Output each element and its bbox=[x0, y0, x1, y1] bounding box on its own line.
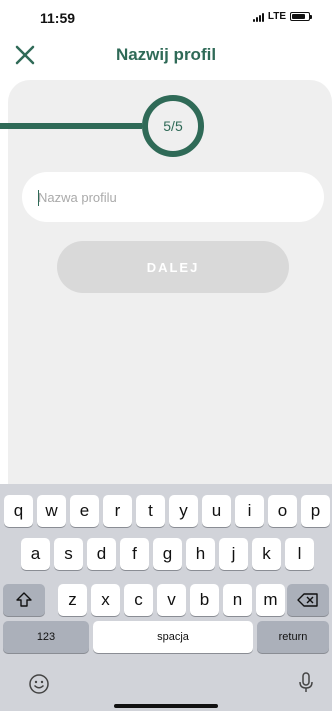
shift-key[interactable] bbox=[3, 584, 45, 616]
text-cursor bbox=[38, 190, 39, 206]
network-label: LTE bbox=[267, 11, 286, 22]
form-card: 5/5 DALEJ bbox=[0, 80, 332, 500]
key-x[interactable]: x bbox=[91, 584, 120, 616]
key-k[interactable]: k bbox=[252, 538, 281, 570]
microphone-icon[interactable] bbox=[297, 671, 315, 695]
keyboard: qwertyuiop asdfghjkl zxcvbnm 123 spacja re… bbox=[0, 484, 332, 711]
backspace-icon bbox=[297, 593, 318, 607]
status-time: 11:59 bbox=[40, 10, 76, 26]
key-q[interactable]: q bbox=[4, 495, 33, 527]
key-l[interactable]: l bbox=[285, 538, 314, 570]
progress-bar bbox=[0, 123, 142, 129]
key-v[interactable]: v bbox=[157, 584, 186, 616]
key-d[interactable]: d bbox=[87, 538, 116, 570]
key-m[interactable]: m bbox=[256, 584, 285, 616]
status-bar: 11:59 LTE bbox=[0, 0, 332, 36]
emoji-icon[interactable] bbox=[28, 673, 50, 695]
numbers-key[interactable]: 123 bbox=[3, 621, 89, 653]
key-f[interactable]: f bbox=[120, 538, 149, 570]
key-u[interactable]: u bbox=[202, 495, 231, 527]
profile-name-input[interactable] bbox=[22, 172, 324, 222]
next-button[interactable]: DALEJ bbox=[57, 241, 289, 293]
key-h[interactable]: h bbox=[186, 538, 215, 570]
key-b[interactable]: b bbox=[190, 584, 219, 616]
key-y[interactable]: y bbox=[169, 495, 198, 527]
progress-label: 5/5 bbox=[163, 118, 183, 134]
home-indicator bbox=[114, 704, 218, 708]
key-e[interactable]: e bbox=[70, 495, 99, 527]
key-o[interactable]: o bbox=[268, 495, 297, 527]
key-g[interactable]: g bbox=[153, 538, 182, 570]
progress-indicator: 5/5 bbox=[142, 95, 204, 157]
key-r[interactable]: r bbox=[103, 495, 132, 527]
return-key[interactable]: return bbox=[257, 621, 329, 653]
status-indicators: LTE bbox=[252, 11, 312, 22]
key-a[interactable]: a bbox=[21, 538, 50, 570]
key-s[interactable]: s bbox=[54, 538, 83, 570]
battery-icon bbox=[290, 12, 312, 21]
backspace-key[interactable] bbox=[287, 584, 329, 616]
signal-icon bbox=[252, 12, 264, 22]
key-i[interactable]: i bbox=[235, 495, 264, 527]
key-j[interactable]: j bbox=[219, 538, 248, 570]
header: Nazwij profil bbox=[0, 36, 332, 76]
shift-icon bbox=[16, 592, 32, 607]
key-p[interactable]: p bbox=[301, 495, 330, 527]
key-w[interactable]: w bbox=[37, 495, 66, 527]
key-z[interactable]: z bbox=[58, 584, 87, 616]
key-n[interactable]: n bbox=[223, 584, 252, 616]
space-key[interactable]: spacja bbox=[93, 621, 253, 653]
key-c[interactable]: c bbox=[124, 584, 153, 616]
page-title: Nazwij profil bbox=[115, 45, 217, 64]
key-t[interactable]: t bbox=[136, 495, 165, 527]
